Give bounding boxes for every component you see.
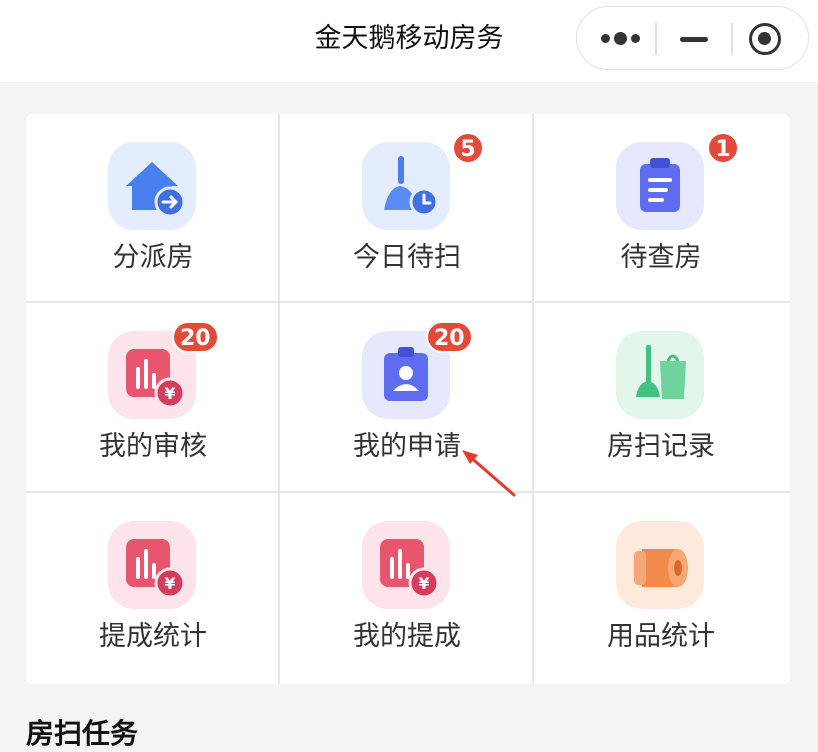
mop-bag-icon	[616, 331, 704, 419]
section-title: 房扫任务	[26, 717, 139, 750]
svg-text:¥: ¥	[418, 574, 429, 593]
tissue-roll-icon	[616, 521, 704, 609]
menu-item-label: 提成统计	[99, 621, 207, 652]
menu-item-my-commission[interactable]: ¥ 我的提成	[280, 493, 534, 681]
menu-item-commission-stats[interactable]: ¥ 提成统计	[26, 493, 280, 681]
mini-program-capsule	[576, 6, 809, 70]
menu-item-label: 分派房	[112, 242, 194, 273]
menu-item-label: 用品统计	[607, 621, 715, 652]
more-dots-icon[interactable]	[601, 29, 640, 49]
menu-item-my-application[interactable]: 20 我的申请	[280, 303, 534, 491]
target-close-icon[interactable]	[749, 23, 781, 55]
menu-item-label: 我的申请	[353, 431, 461, 462]
broom-clock-icon	[362, 142, 450, 230]
capsule-divider	[731, 23, 733, 55]
clipboard-icon	[616, 142, 704, 230]
notification-badge: 5	[452, 132, 484, 164]
menu-item-label: 我的审核	[99, 431, 207, 462]
menu-item-assign-room[interactable]: 分派房	[26, 114, 280, 302]
minimize-icon[interactable]	[680, 37, 708, 42]
menu-item-label: 待查房	[620, 242, 702, 273]
menu-item-today-clean[interactable]: 5 今日待扫	[280, 114, 534, 302]
menu-item-check-room[interactable]: 1 待查房	[534, 114, 788, 302]
navbar: 金天鹅移动房务	[0, 0, 818, 82]
function-grid: 分派房 5 今日待扫 1 待查房 ¥ 20 我的审核 20 我的申请 房扫记录 …	[26, 114, 790, 684]
menu-item-label: 房扫记录	[607, 431, 715, 462]
capsule-divider	[655, 23, 657, 55]
chart-yuan-icon: ¥	[362, 521, 450, 609]
menu-item-label: 我的提成	[353, 621, 461, 652]
notification-badge: 1	[707, 132, 739, 164]
menu-item-cleaning-record[interactable]: 房扫记录	[534, 303, 788, 491]
svg-text:¥: ¥	[164, 574, 175, 593]
menu-item-label: 今日待扫	[353, 242, 461, 273]
chart-yuan-icon: ¥	[108, 521, 196, 609]
house-assign-icon	[108, 142, 196, 230]
menu-item-my-review[interactable]: ¥ 20 我的审核	[26, 303, 280, 491]
notification-badge: 20	[172, 321, 219, 353]
notification-badge: 20	[426, 321, 473, 353]
svg-text:¥: ¥	[164, 384, 175, 403]
menu-item-supplies-stats[interactable]: 用品统计	[534, 493, 788, 681]
